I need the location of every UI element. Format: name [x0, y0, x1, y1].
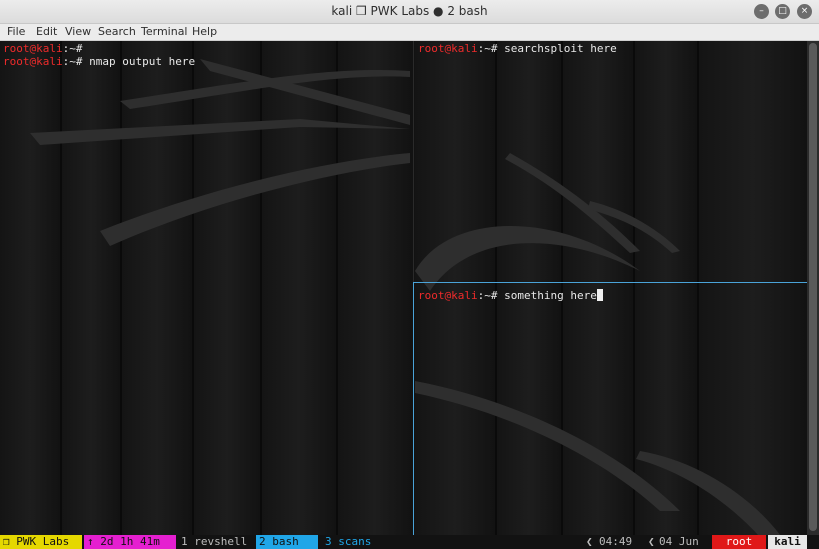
prompt-user: root@kali	[418, 42, 478, 55]
kali-wallpaper	[0, 41, 819, 549]
menu-view[interactable]: View	[65, 25, 91, 38]
session-name: ❒ PWK Labs	[0, 535, 82, 549]
top-right-pane-line-1: root@kali:~# searchsploit here	[418, 42, 617, 55]
command-text: nmap output here	[82, 55, 196, 68]
menu-terminal[interactable]: Terminal	[141, 25, 188, 38]
close-icon[interactable]: ×	[797, 4, 812, 19]
left-pane-line-1: root@kali:~#	[3, 42, 82, 55]
text-cursor	[596, 289, 603, 301]
maximize-icon[interactable]: □	[775, 4, 790, 19]
separator-icon: ❮	[648, 535, 655, 548]
prompt-user: root@kali	[3, 55, 63, 68]
window-tab-bash-active[interactable]: 2 bash	[256, 535, 318, 549]
minimize-icon[interactable]: –	[754, 4, 769, 19]
status-host: kali	[768, 535, 807, 549]
prompt-path: :~#	[62, 55, 83, 68]
terminal-area[interactable]: root@kali:~# root@kali:~# nmap output he…	[0, 41, 819, 549]
status-date: 04 Jun	[659, 535, 699, 548]
tmux-status-bar: ❒ PWK Labs ↑ 2d 1h 41m 1 revshell 2 bash…	[0, 535, 807, 549]
separator-icon: ❮	[586, 535, 593, 548]
prompt-path: :~#	[62, 42, 83, 55]
prompt-user: root@kali	[3, 42, 63, 55]
prompt-user: root@kali	[418, 289, 478, 302]
prompt-path: :~#	[477, 289, 498, 302]
status-user: root	[712, 535, 766, 549]
status-time: 04:49	[599, 535, 633, 548]
prompt-path: :~#	[477, 42, 498, 55]
command-text: searchsploit here	[497, 42, 617, 55]
active-pane-border-left	[413, 282, 414, 535]
uptime: ↑ 2d 1h 41m	[84, 535, 176, 549]
scrollbar-thumb[interactable]	[809, 43, 817, 531]
menu-file[interactable]: File	[7, 25, 25, 38]
menu-bar: File Edit View Search Terminal Help	[0, 24, 819, 41]
command-text: something here	[497, 289, 597, 302]
window-titlebar: kali ❒ PWK Labs ● 2 bash – □ ×	[0, 0, 819, 24]
window-title: kali ❒ PWK Labs ● 2 bash	[331, 4, 488, 18]
menu-help[interactable]: Help	[192, 25, 217, 38]
scrollbar[interactable]	[807, 41, 819, 535]
menu-search[interactable]: Search	[98, 25, 136, 38]
window-tab-scans[interactable]: 3 scans	[322, 535, 374, 549]
window-tab-revshell[interactable]: 1 revshell	[178, 535, 250, 549]
left-pane-line-2: root@kali:~# nmap output here	[3, 55, 195, 68]
menu-edit[interactable]: Edit	[36, 25, 57, 38]
pane-divider-horizontal[interactable]	[413, 282, 807, 283]
bottom-right-pane-line-1: root@kali:~# something here	[418, 289, 603, 302]
